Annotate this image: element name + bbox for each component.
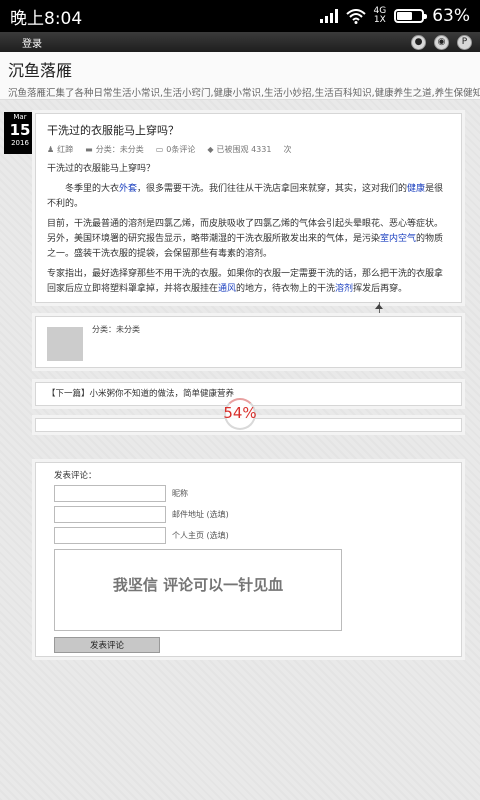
name-input[interactable] xyxy=(54,485,166,502)
folder-icon: ▬ xyxy=(85,145,93,154)
thumbnail-image xyxy=(47,327,83,361)
post-meta: ♟ 红蹄 ▬ 分类：未分类 ▭ 0条评论 ◆ 已被围观 4331 次 xyxy=(47,144,450,155)
text-span: 的地方，待衣物上的干洗 xyxy=(236,284,336,294)
link-indoor-air[interactable]: 室内空气 xyxy=(380,234,416,244)
site-header: 沉鱼落雁 沉鱼落雁汇集了各种日常生活小常识,生活小窍门,健康小常识,生活小妙招,… xyxy=(0,52,480,100)
user-icon: ♟ xyxy=(47,145,55,154)
comment-icon: ▭ xyxy=(155,145,164,154)
email-row: 邮件地址 (选填) xyxy=(54,506,443,523)
website-input[interactable] xyxy=(54,527,166,544)
paragraph: 目前，干洗最普通的溶剂是四氯乙烯，而皮肤吸收了四氯乙烯的气体会引起头晕眼花、恶心… xyxy=(47,217,450,262)
post-body: 干洗过的衣服能马上穿吗？ 冬季里的大衣外套，很多需要干洗。我们往往从干洗店拿回来… xyxy=(47,162,450,297)
loading-progress: 54% xyxy=(217,396,263,436)
qq-icon[interactable]: ● xyxy=(411,34,426,50)
status-icons: 4G 1X 63% xyxy=(319,6,470,26)
signal-icon xyxy=(319,9,338,23)
name-row: 昵称 xyxy=(54,485,443,502)
comment-heading: 发表评论： xyxy=(54,471,97,481)
email-label: 邮件地址 (选填) xyxy=(172,510,229,519)
battery-fill xyxy=(397,12,413,20)
category-label[interactable]: 分类：未分类 xyxy=(96,144,144,155)
top-nav: 登录 ● ◉ P xyxy=(0,32,480,52)
network-type: 4G 1X xyxy=(374,7,387,25)
post-title[interactable]: 干洗过的衣服能马上穿吗？ xyxy=(47,122,450,138)
arrow-up-icon[interactable] xyxy=(375,304,383,309)
weibo-icon[interactable]: ◉ xyxy=(434,34,449,50)
link-health[interactable]: 健康 xyxy=(407,184,425,194)
website-row: 个人主页 (选填) xyxy=(54,527,443,544)
post-card: 干洗过的衣服能马上穿吗？ ♟ 红蹄 ▬ 分类：未分类 ▭ 0条评论 ◆ 已被围观… xyxy=(35,113,462,303)
link-ventilation[interactable]: 通风 xyxy=(218,284,236,294)
status-time: 晚上8:04 xyxy=(10,8,83,29)
text-span: ，很多需要干洗。我们往往从干洗店拿回来就穿，其实，这对我们的 xyxy=(137,184,408,194)
date-day: 15 xyxy=(9,121,31,139)
comment-form: 发表评论： 昵称 邮件地址 (选填) 个人主页 (选填) 发表评论 xyxy=(35,462,462,657)
text-span: 挥发后再穿。 xyxy=(353,284,408,294)
wifi-icon xyxy=(345,8,366,24)
text-span: 冬季里的大衣 xyxy=(65,184,120,194)
comment-count[interactable]: 0条评论 xyxy=(166,144,195,155)
author-name[interactable]: 红蹄 xyxy=(57,144,73,155)
category-card: 分类：未分类 xyxy=(35,316,462,368)
view-count: 已被围观 4331 xyxy=(216,145,272,154)
email-input[interactable] xyxy=(54,506,166,523)
submit-comment-button[interactable]: 发表评论 xyxy=(54,637,160,653)
comments-meta: ▭ 0条评论 xyxy=(156,144,196,155)
link-coat[interactable]: 外套 xyxy=(119,184,137,194)
website-label: 个人主页 (选填) xyxy=(172,531,229,540)
views-meta: ◆ 已被围观 4331 xyxy=(207,144,271,155)
paragraph: 干洗过的衣服能马上穿吗？ xyxy=(47,164,156,174)
view-unit: 次 xyxy=(283,145,292,154)
site-description: 沉鱼落雁汇集了各种日常生活小常识,生活小窍门,健康小常识,生活小妙招,生活百科知… xyxy=(8,88,480,99)
social-icons: ● ◉ P xyxy=(411,34,472,50)
comment-textarea[interactable] xyxy=(54,549,342,631)
battery-percent: 63% xyxy=(432,6,470,26)
date-year: 2016 xyxy=(11,139,29,147)
name-label: 昵称 xyxy=(172,489,188,498)
progress-label: 54% xyxy=(223,404,257,422)
author-meta: ♟ 红蹄 xyxy=(47,144,73,155)
next-post-link[interactable]: 【下一篇】小米粥你不知道的做法，简单健康营养 xyxy=(47,389,234,399)
category-box-label[interactable]: 分类：未分类 xyxy=(92,324,140,335)
link-solvent[interactable]: 溶剂 xyxy=(335,284,353,294)
battery-icon xyxy=(394,9,428,23)
paragraph: 专家指出，最好选择穿那些不用干洗的衣服。如果你的衣服一定需要干洗的话，那么把干洗… xyxy=(47,267,450,297)
paragraph: 冬季里的大衣外套，很多需要干洗。我们往往从干洗店拿回来就穿，其实，这对我们的健康… xyxy=(47,182,450,212)
site-title[interactable]: 沉鱼落雁 xyxy=(8,57,472,81)
status-bar: 晚上8:04 4G 1X 63% xyxy=(0,0,480,32)
settings-icon[interactable]: P xyxy=(457,34,472,50)
category-meta: ▬ 分类：未分类 xyxy=(85,144,144,155)
tag-icon: ◆ xyxy=(207,145,214,154)
network-sub-label: 1X xyxy=(373,15,386,25)
login-link[interactable]: 登录 xyxy=(22,35,42,50)
date-badge: Mar 15 2016 xyxy=(4,112,36,154)
